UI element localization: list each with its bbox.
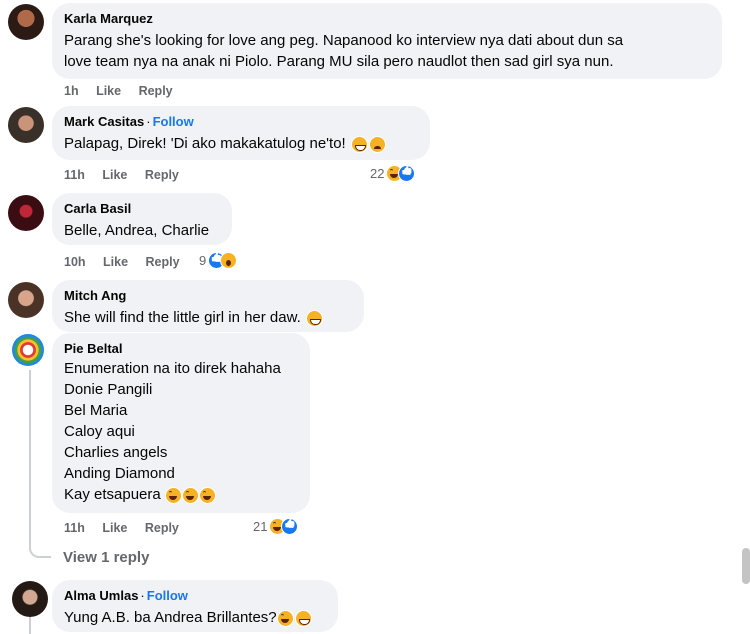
like-button[interactable]: Like <box>102 521 127 535</box>
comment-author[interactable]: Mark Casitas · Follow <box>64 114 418 130</box>
separator-dot: · <box>146 114 151 129</box>
comment-author[interactable]: Alma Umlas · Follow <box>64 588 326 604</box>
comment-bubble: Karla Marquez Parang she's looking for l… <box>52 3 722 79</box>
comment-time[interactable]: 10h <box>64 255 86 269</box>
comment-actions: 11h Like Reply <box>64 521 193 535</box>
reaction-summary[interactable]: 9 <box>199 252 238 269</box>
comment-author[interactable]: Karla Marquez <box>64 11 710 27</box>
reply-button[interactable]: Reply <box>145 168 179 182</box>
comment-author[interactable]: Pie Beltal <box>64 341 298 357</box>
avatar[interactable] <box>12 581 48 617</box>
reaction-summary[interactable]: 22 <box>370 165 416 182</box>
like-button[interactable]: Like <box>96 84 121 98</box>
reaction-count: 9 <box>199 253 207 268</box>
avatar[interactable] <box>8 282 44 318</box>
avatar[interactable] <box>8 4 44 40</box>
laughing-face-icon <box>181 486 199 504</box>
comment-actions: 10h Like Reply <box>64 255 194 269</box>
comment-text-line: Yung A.B. ba Andrea Brillantes? <box>64 609 277 626</box>
avatar[interactable] <box>8 107 44 143</box>
like-reaction-icon <box>398 165 416 182</box>
comment-actions: 1h Like Reply <box>64 84 187 98</box>
comment-text-line: Palapag, Direk! 'Di ako makakatulog ne't… <box>64 135 346 152</box>
comment-actions: 11h Like Reply <box>64 168 193 182</box>
reaction-summary[interactable]: 21 <box>253 518 299 535</box>
like-button[interactable]: Like <box>103 255 128 269</box>
comment-text-line: love team nya na anak ni Piolo. Parang M… <box>64 53 614 70</box>
reply-button[interactable]: Reply <box>146 255 180 269</box>
comment-text: Kay etsapuera <box>64 484 298 505</box>
comment-bubble: Alma Umlas · Follow Yung A.B. ba Andrea Br… <box>52 580 338 632</box>
laughing-face-icon <box>198 486 216 504</box>
crying-face-icon <box>368 135 386 153</box>
avatar[interactable] <box>12 334 44 366</box>
comment-text: She will find the little girl in her daw… <box>64 307 352 328</box>
comment-text-line: Donie Pangili <box>64 381 153 398</box>
comment-text-line: Kay etsapuera <box>64 486 161 503</box>
comment-bubble: Mitch Ang She will find the little girl … <box>52 280 364 332</box>
like-button[interactable]: Like <box>102 168 127 182</box>
grinning-face-icon <box>294 609 312 627</box>
thread-line <box>29 370 31 550</box>
comment-bubble: Carla Basil Belle, Andrea, Charlie <box>52 193 232 245</box>
view-replies-link[interactable]: View 1 reply <box>63 549 149 566</box>
comment-text: Yung A.B. ba Andrea Brillantes? <box>64 607 326 628</box>
comment-bubble: Pie Beltal Enumeration na ito direk haha… <box>52 333 310 513</box>
thread-line <box>29 616 31 634</box>
comment-author[interactable]: Mitch Ang <box>64 288 352 304</box>
comment-text-line: Caloy aqui <box>64 423 135 440</box>
comment-text-line: Charlies angels <box>64 444 168 461</box>
author-name[interactable]: Alma Umlas <box>64 588 138 603</box>
avatar[interactable] <box>8 195 44 231</box>
reaction-count: 21 <box>253 519 268 534</box>
follow-button[interactable]: Follow <box>153 114 194 129</box>
laughing-face-icon <box>164 486 182 504</box>
comment-text-line: She will find the little girl in her daw… <box>64 309 301 326</box>
author-name[interactable]: Mark Casitas <box>64 114 144 129</box>
like-reaction-icon <box>281 518 299 535</box>
scrollbar-thumb[interactable] <box>742 548 750 584</box>
comment-time[interactable]: 1h <box>64 84 79 98</box>
comment-author[interactable]: Carla Basil <box>64 201 220 217</box>
comment-text: Palapag, Direk! 'Di ako makakatulog ne't… <box>64 133 418 154</box>
reply-button[interactable]: Reply <box>139 84 173 98</box>
comment-text-line: Anding Diamond <box>64 465 175 482</box>
wow-reaction-icon <box>220 252 238 269</box>
grinning-face-icon <box>350 135 368 153</box>
comment-text-line: Parang she's looking for love ang peg. N… <box>64 32 624 49</box>
grinning-face-icon <box>305 309 323 327</box>
reaction-count: 22 <box>370 166 385 181</box>
comment-time[interactable]: 11h <box>64 521 85 535</box>
separator-dot: · <box>140 588 145 603</box>
thread-curve <box>29 548 51 558</box>
comment-text-line: Bel Maria <box>64 402 128 419</box>
laughing-face-icon <box>276 609 294 627</box>
follow-button[interactable]: Follow <box>147 588 188 603</box>
comment-bubble: Mark Casitas · Follow Palapag, Direk! 'Di … <box>52 106 430 160</box>
comment-text-line: Enumeration na ito direk hahaha <box>64 360 281 377</box>
comment-time[interactable]: 11h <box>64 168 85 182</box>
reply-button[interactable]: Reply <box>145 521 179 535</box>
comment-text-line: Belle, Andrea, Charlie <box>64 222 210 239</box>
